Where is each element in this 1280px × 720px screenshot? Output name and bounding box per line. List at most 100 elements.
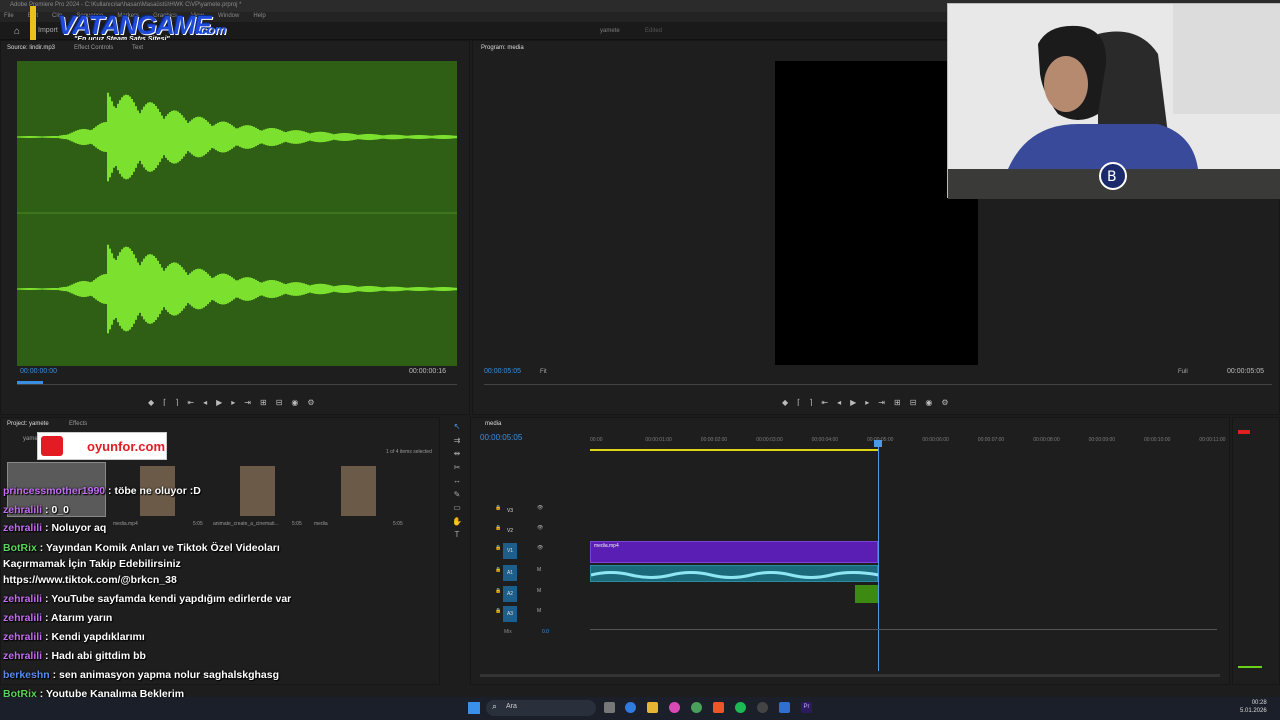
home-icon[interactable]: ⌂ [14, 26, 20, 37]
eye-icon[interactable]: 👁 [537, 525, 543, 531]
track-header[interactable]: 🔒 V2 👁 [480, 523, 590, 541]
task-view-icon[interactable] [604, 702, 615, 713]
export-frame-icon[interactable]: ◉ [925, 398, 932, 407]
mute-icon[interactable]: M [537, 588, 541, 594]
import-tab[interactable]: Import [38, 27, 58, 34]
mix-track[interactable]: Mix 0.0 [480, 627, 590, 645]
mix-value[interactable]: 0.0 [542, 629, 549, 635]
settings-icon[interactable]: ⚙ [941, 398, 948, 407]
effects-tab[interactable]: Effects [69, 421, 87, 427]
explorer-icon[interactable] [647, 702, 658, 713]
edge-icon[interactable] [625, 702, 636, 713]
lift-icon[interactable]: ⊞ [894, 398, 901, 407]
track-label[interactable]: V2 [503, 523, 517, 539]
settings-icon[interactable]: ⚙ [307, 398, 314, 407]
play-icon[interactable]: ▶ [850, 398, 856, 407]
timeline-tab[interactable]: media [485, 421, 501, 427]
video-clip[interactable]: media.mp4 [590, 541, 878, 563]
track-select-icon[interactable]: ⇉ [447, 434, 467, 448]
track-header[interactable]: 🔒 A2 M [480, 586, 590, 604]
audio-clip[interactable] [590, 565, 880, 582]
lock-icon[interactable]: 🔒 [495, 505, 501, 511]
eye-icon[interactable]: 👁 [537, 505, 543, 511]
chrome-icon[interactable] [691, 702, 702, 713]
program-tab[interactable]: Program: media [481, 45, 524, 51]
work-area-bar[interactable] [590, 449, 878, 451]
track-header[interactable]: 🔒 V1 👁 [480, 543, 590, 561]
timeline-timecode[interactable]: 00:00:05:05 [480, 433, 522, 442]
lock-icon[interactable]: 🔒 [495, 525, 501, 531]
track-label[interactable]: V1 [503, 543, 517, 559]
export-frame-icon[interactable]: ◉ [291, 398, 298, 407]
playhead-marker[interactable] [874, 440, 882, 447]
premiere-icon[interactable]: Pr [801, 702, 812, 713]
menu-window[interactable]: Window [218, 13, 239, 21]
go-to-out-icon[interactable]: ⇥ [244, 398, 251, 407]
step-forward-icon[interactable]: ▸ [231, 398, 235, 407]
play-icon[interactable]: ▶ [216, 398, 222, 407]
timeline-scrollbar[interactable] [480, 674, 1220, 677]
app-icon[interactable] [669, 702, 680, 713]
obs-icon[interactable] [757, 702, 768, 713]
lock-icon[interactable]: 🔒 [495, 545, 501, 551]
project-tab[interactable]: Project: yamete [7, 421, 49, 427]
track-header[interactable]: 🔒 V3 👁 [480, 503, 590, 521]
go-to-in-icon[interactable]: ⇤ [821, 398, 828, 407]
program-timecode[interactable]: 00:00:05:05 [484, 368, 521, 375]
mute-icon[interactable]: M [537, 608, 541, 614]
track-header[interactable]: 🔒 A1 M [480, 565, 590, 583]
track-label[interactable]: V3 [503, 503, 517, 519]
step-back-icon[interactable]: ◂ [203, 398, 207, 407]
go-to-in-icon[interactable]: ⇤ [187, 398, 194, 407]
add-marker-icon[interactable]: ◆ [782, 398, 788, 407]
fit-dropdown[interactable]: Fit [540, 369, 547, 375]
insert-icon[interactable]: ⊞ [260, 398, 267, 407]
mark-in-icon[interactable]: ⌈ [797, 398, 800, 407]
system-clock[interactable]: 00:28 5.01.2026 [1240, 699, 1267, 715]
hand-icon[interactable]: ✋ [447, 515, 467, 529]
timeline-playhead[interactable] [878, 441, 879, 671]
track-label[interactable]: A2 [503, 586, 517, 602]
start-icon[interactable] [468, 702, 480, 714]
taskbar-search[interactable]: Ara [486, 700, 596, 716]
text-tab[interactable]: Text [132, 45, 143, 51]
mark-out-icon[interactable]: ⌉ [809, 398, 812, 407]
type-tool-icon[interactable]: T [447, 528, 467, 542]
slip-icon[interactable]: ↔ [447, 474, 467, 488]
razor-icon[interactable]: ✂ [447, 461, 467, 475]
source-playhead[interactable] [17, 381, 43, 384]
brave-icon[interactable] [713, 702, 724, 713]
eye-icon[interactable]: 👁 [537, 545, 543, 551]
app2-icon[interactable] [779, 702, 790, 713]
step-forward-icon[interactable]: ▸ [865, 398, 869, 407]
source-scrubber[interactable] [17, 384, 457, 385]
spotify-icon[interactable] [735, 702, 746, 713]
rectangle-icon[interactable]: ▭ [447, 501, 467, 515]
lock-icon[interactable]: 🔒 [495, 608, 501, 614]
pen-icon[interactable]: ✎ [447, 488, 467, 502]
menu-file[interactable]: File [4, 13, 14, 21]
quality-dropdown[interactable]: Full [1178, 369, 1188, 375]
effect-controls-tab[interactable]: Effect Controls [74, 45, 113, 51]
extract-icon[interactable]: ⊟ [910, 398, 917, 407]
mute-icon[interactable]: M [537, 567, 541, 573]
track-label[interactable]: A3 [503, 606, 517, 622]
step-back-icon[interactable]: ◂ [837, 398, 841, 407]
lock-icon[interactable]: 🔒 [495, 588, 501, 594]
go-to-out-icon[interactable]: ⇥ [878, 398, 885, 407]
ripple-edit-icon[interactable]: ⇹ [447, 447, 467, 461]
selection-tool-icon[interactable]: ↖ [447, 420, 467, 434]
track-header[interactable]: 🔒 A3 M [480, 606, 590, 624]
project-thumb-3[interactable] [341, 466, 376, 516]
lock-icon[interactable]: 🔒 [495, 567, 501, 573]
mark-out-icon[interactable]: ⌉ [175, 398, 178, 407]
program-scrubber[interactable] [484, 384, 1272, 385]
overwrite-icon[interactable]: ⊟ [276, 398, 283, 407]
audio-waveform[interactable] [17, 61, 457, 366]
track-label[interactable]: A1 [503, 565, 517, 581]
add-marker-icon[interactable]: ◆ [148, 398, 154, 407]
mark-in-icon[interactable]: ⌈ [163, 398, 166, 407]
menu-help[interactable]: Help [253, 13, 265, 21]
audio-clip-2[interactable] [855, 585, 878, 603]
source-tab[interactable]: Source: lindir.mp3 [7, 45, 55, 51]
